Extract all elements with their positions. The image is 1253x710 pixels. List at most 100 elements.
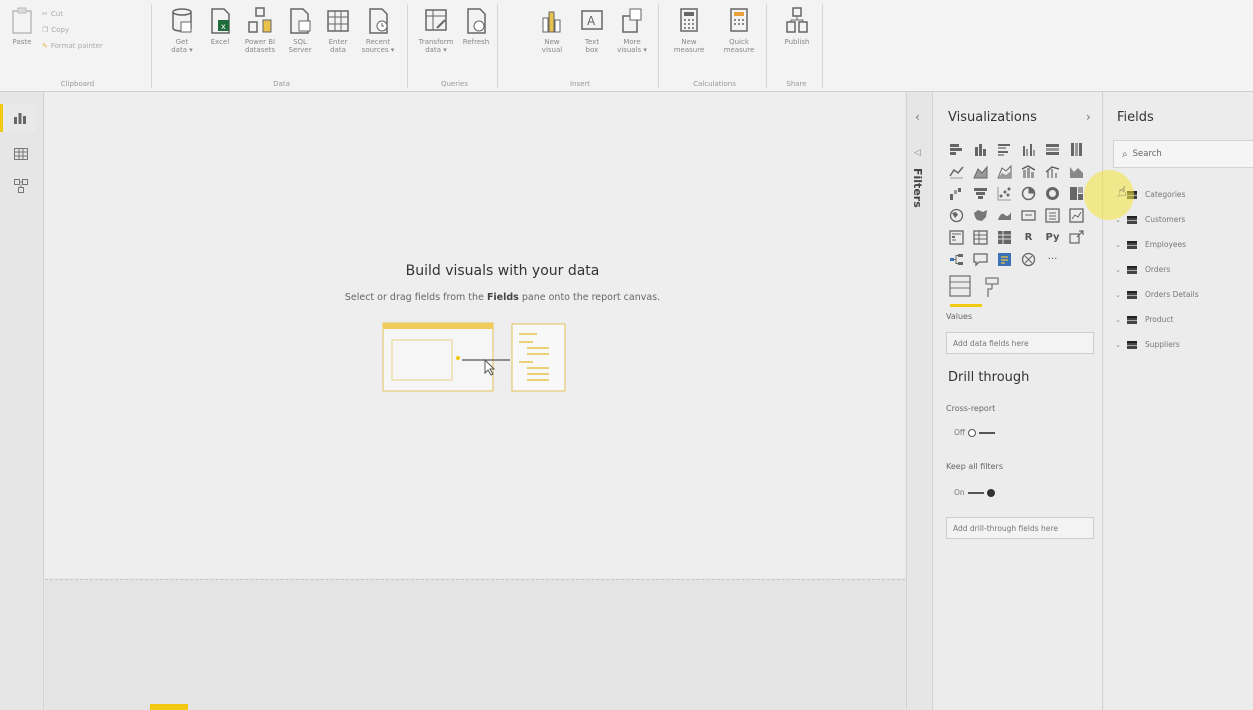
stacked-area-icon[interactable] — [995, 162, 1014, 181]
area-chart-icon[interactable] — [971, 162, 990, 181]
stacked-column-icon[interactable] — [971, 140, 990, 159]
empty-state-illustration — [382, 322, 566, 392]
field-table-product[interactable]: ⌄ Product — [1112, 307, 1253, 332]
waterfall-icon[interactable] — [947, 184, 966, 203]
field-table-orders[interactable]: ⌄ Orders — [1112, 257, 1253, 282]
transform-data-button[interactable]: Transform data ▾ — [416, 6, 456, 54]
values-drop-zone[interactable]: Add data fields here — [946, 332, 1094, 354]
qa-icon[interactable] — [971, 250, 990, 269]
cut-button[interactable]: ✂ Cut — [42, 10, 63, 18]
recent-sources-button[interactable]: Recent sources ▾ — [358, 6, 398, 54]
field-table-customers[interactable]: ⌄ Customers — [1112, 207, 1253, 232]
chevron-right-icon[interactable]: › — [1086, 110, 1091, 124]
matrix-icon[interactable] — [995, 228, 1014, 247]
kpi-icon[interactable] — [1067, 206, 1086, 225]
table-icon — [1127, 265, 1137, 274]
format-painter-button[interactable]: ✎ Format painter — [42, 42, 103, 50]
table-icon — [1127, 240, 1137, 249]
pie-icon[interactable] — [1019, 184, 1038, 203]
keep-filters-toggle[interactable]: On — [954, 488, 995, 497]
report-view-button[interactable] — [0, 104, 36, 132]
line-stacked-column-icon[interactable] — [1019, 162, 1038, 181]
stacked-bar-icon[interactable] — [947, 140, 966, 159]
table-icon — [1127, 315, 1137, 324]
filter-icon: ◁ — [914, 148, 921, 158]
drill-through-drop-zone[interactable]: Add drill-through fields here — [946, 517, 1094, 539]
filled-map-icon[interactable] — [971, 206, 990, 225]
transform-icon — [425, 9, 447, 31]
refresh-button[interactable]: Refresh — [456, 6, 496, 46]
field-table-employees[interactable]: ⌄ Employees — [1112, 232, 1253, 257]
key-influencers-icon[interactable] — [1067, 228, 1086, 247]
card-icon[interactable] — [1019, 206, 1038, 225]
excel-button[interactable]: x Excel — [200, 6, 240, 46]
publish-button[interactable]: Publish — [777, 6, 817, 46]
map-icon[interactable] — [947, 206, 966, 225]
get-data-button[interactable]: Get data ▾ — [162, 6, 202, 54]
chevron-down-icon: ⌄ — [1115, 340, 1121, 349]
empty-state-subtitle: Select or drag fields from the Fields pa… — [344, 292, 661, 303]
chevron-left-icon[interactable]: ‹ — [915, 110, 920, 124]
field-table-suppliers[interactable]: ⌄ Suppliers — [1112, 332, 1253, 357]
copy-icon: ❐ — [42, 26, 49, 34]
visual-types-grid: R Py ··· — [947, 140, 1086, 269]
table-icon — [1127, 340, 1137, 349]
data-view-button[interactable] — [6, 140, 36, 168]
powerbi-datasets-button[interactable]: Power BI datasets — [240, 6, 280, 54]
active-page-tab[interactable] — [150, 704, 188, 710]
field-table-orders-details[interactable]: ⌄ Orders Details — [1112, 282, 1253, 307]
new-measure-button[interactable]: New measure — [669, 6, 709, 54]
bar-chart-icon — [542, 11, 561, 33]
custom-visual-icon[interactable] — [1019, 250, 1038, 269]
paste-button[interactable]: Paste — [6, 6, 38, 46]
left-nav — [0, 92, 44, 710]
ribbon-chart-icon[interactable] — [1067, 162, 1086, 181]
shape-map-icon[interactable] — [995, 206, 1014, 225]
line-clustered-column-icon[interactable] — [1043, 162, 1062, 181]
text-box-button[interactable]: A Text box — [572, 6, 612, 54]
line-chart-icon[interactable] — [947, 162, 966, 181]
format-paint-roller-icon[interactable] — [985, 277, 999, 297]
cross-report-toggle[interactable]: Off — [954, 428, 996, 437]
model-view-button[interactable] — [6, 172, 36, 200]
smart-narrative-icon[interactable] — [995, 250, 1014, 269]
more-options-icon[interactable]: ··· — [1043, 250, 1062, 269]
svg-text:A: A — [587, 14, 596, 28]
python-visual-icon[interactable]: Py — [1043, 228, 1062, 247]
r-visual-icon[interactable]: R — [1019, 228, 1038, 247]
quick-measure-button[interactable]: Quick measure — [719, 6, 759, 54]
toggle-track — [967, 491, 984, 494]
keep-filters-state: On — [954, 488, 965, 497]
fields-tab-icon[interactable] — [949, 275, 971, 297]
clustered-bar-icon[interactable] — [995, 140, 1014, 159]
report-icon — [13, 113, 26, 124]
clustered-column-icon[interactable] — [1019, 140, 1038, 159]
toggle-knob-on — [986, 488, 995, 497]
100-stacked-bar-icon[interactable] — [1043, 140, 1062, 159]
calculator-icon — [680, 8, 698, 32]
more-visuals-button[interactable]: More visuals ▾ — [612, 6, 652, 54]
donut-icon[interactable] — [1043, 184, 1062, 203]
100-stacked-column-icon[interactable] — [1067, 140, 1086, 159]
funnel-icon[interactable] — [971, 184, 990, 203]
decomposition-tree-icon[interactable] — [947, 250, 966, 269]
new-visual-button[interactable]: New visual — [532, 6, 572, 54]
insert-group-label: Insert — [569, 80, 591, 88]
slicer-icon[interactable] — [947, 228, 966, 247]
page-tabs-area — [45, 579, 905, 710]
empty-state-title: Build visuals with your data — [405, 263, 600, 279]
table-icon — [327, 10, 349, 32]
multi-row-card-icon[interactable] — [1043, 206, 1062, 225]
toggle-track — [979, 431, 996, 434]
copy-button[interactable]: ❐ Copy — [42, 26, 69, 34]
enter-data-button[interactable]: Enter data — [318, 6, 358, 54]
queries-group-label: Queries — [440, 80, 469, 88]
chevron-down-icon: ⌄ — [1115, 315, 1121, 324]
table-visual-icon[interactable] — [971, 228, 990, 247]
sql-icon — [290, 8, 311, 34]
scatter-icon[interactable] — [995, 184, 1014, 203]
fields-search-input[interactable]: ⌕ Search — [1113, 140, 1253, 168]
quick-measure-icon — [730, 8, 748, 32]
sql-server-button[interactable]: SQL Server — [280, 6, 320, 54]
filters-pane-collapsed[interactable]: ‹ ◁ Filters — [906, 92, 933, 710]
